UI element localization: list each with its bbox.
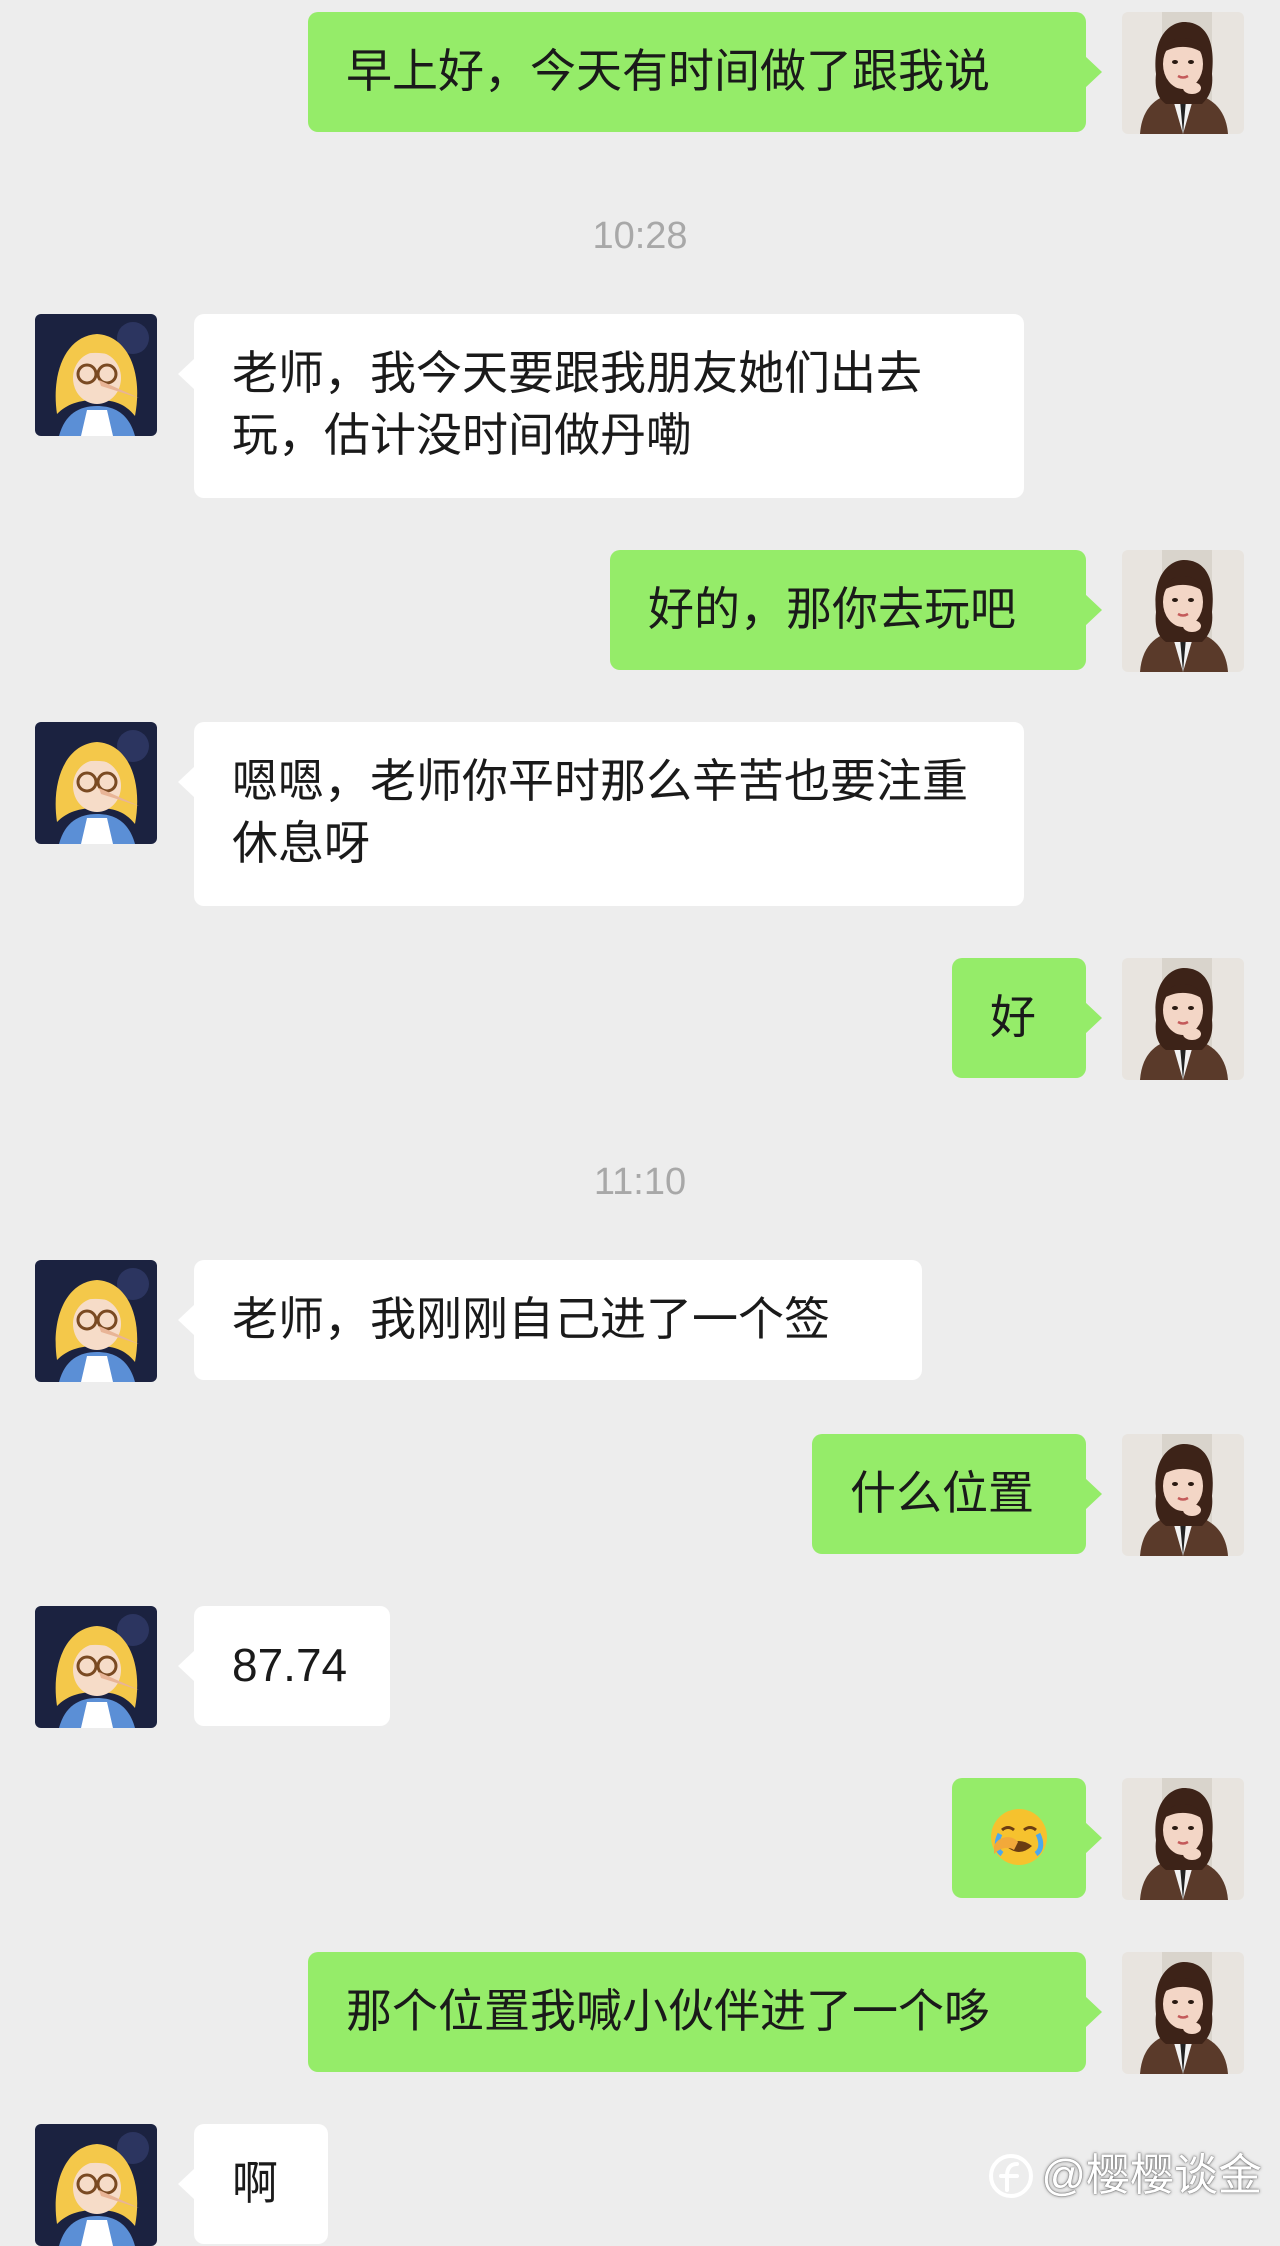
- contact-avatar[interactable]: [35, 1260, 157, 1382]
- chat-window: 早上好，今天有时间做了跟我说 10:28 老师，我今天要跟我朋友她们出去玩，估计…: [0, 0, 1280, 2246]
- message-bubble-incoming[interactable]: 87.74: [178, 1606, 390, 1726]
- message-text: 嗯嗯，老师你平时那么辛苦也要注重休息呀: [232, 755, 968, 869]
- message-text: 好的，那你去玩吧: [648, 583, 1016, 635]
- contact-avatar[interactable]: [35, 1606, 157, 1728]
- contact-avatar[interactable]: [35, 2124, 157, 2246]
- facepalm-crying-emoji-icon: [991, 1809, 1047, 1865]
- message-text: 啊: [232, 2157, 278, 2209]
- message-text: 那个位置我喊小伙伴进了一个哆: [346, 1985, 990, 2037]
- message-bubble-outgoing[interactable]: 那个位置我喊小伙伴进了一个哆: [308, 1952, 1102, 2072]
- message-text: 什么位置: [850, 1467, 1034, 1519]
- message-bubble-outgoing[interactable]: 好的，那你去玩吧: [610, 550, 1102, 670]
- message-bubble-incoming[interactable]: 啊: [178, 2124, 328, 2244]
- platform-logo-icon: [989, 2154, 1034, 2198]
- message-text: 老师，我刚刚自己进了一个签: [232, 1293, 830, 1345]
- my-avatar[interactable]: [1122, 550, 1244, 672]
- message-text: 老师，我今天要跟我朋友她们出去玩，估计没时间做丹嘞: [232, 347, 922, 461]
- message-bubble-incoming[interactable]: 老师，我刚刚自己进了一个签: [178, 1260, 922, 1380]
- message-bubble-outgoing[interactable]: 好: [952, 958, 1102, 1078]
- message-bubble-incoming[interactable]: 老师，我今天要跟我朋友她们出去玩，估计没时间做丹嘞: [178, 314, 1024, 498]
- timestamp: 11:10: [593, 1161, 687, 1203]
- my-avatar[interactable]: [1122, 958, 1244, 1080]
- contact-avatar[interactable]: [35, 722, 157, 844]
- my-avatar[interactable]: [1122, 12, 1244, 134]
- message-text: 87.74: [232, 1639, 348, 1691]
- watermark-text: @樱樱谈金: [1041, 2151, 1262, 2200]
- timestamp: 10:28: [592, 215, 688, 257]
- message-bubble-outgoing[interactable]: 什么位置: [812, 1434, 1102, 1554]
- message-bubble-outgoing[interactable]: 早上好，今天有时间做了跟我说: [308, 12, 1102, 132]
- message-bubble-incoming[interactable]: 嗯嗯，老师你平时那么辛苦也要注重休息呀: [178, 722, 1024, 906]
- my-avatar[interactable]: [1122, 1778, 1244, 1900]
- my-avatar[interactable]: [1122, 1952, 1244, 2074]
- message-bubble-outgoing[interactable]: [952, 1778, 1102, 1898]
- my-avatar[interactable]: [1122, 1434, 1244, 1556]
- message-text: 早上好，今天有时间做了跟我说: [346, 45, 990, 97]
- watermark: @樱樱谈金: [987, 2148, 1262, 2204]
- message-text: 好: [990, 991, 1036, 1043]
- contact-avatar[interactable]: [35, 314, 157, 436]
